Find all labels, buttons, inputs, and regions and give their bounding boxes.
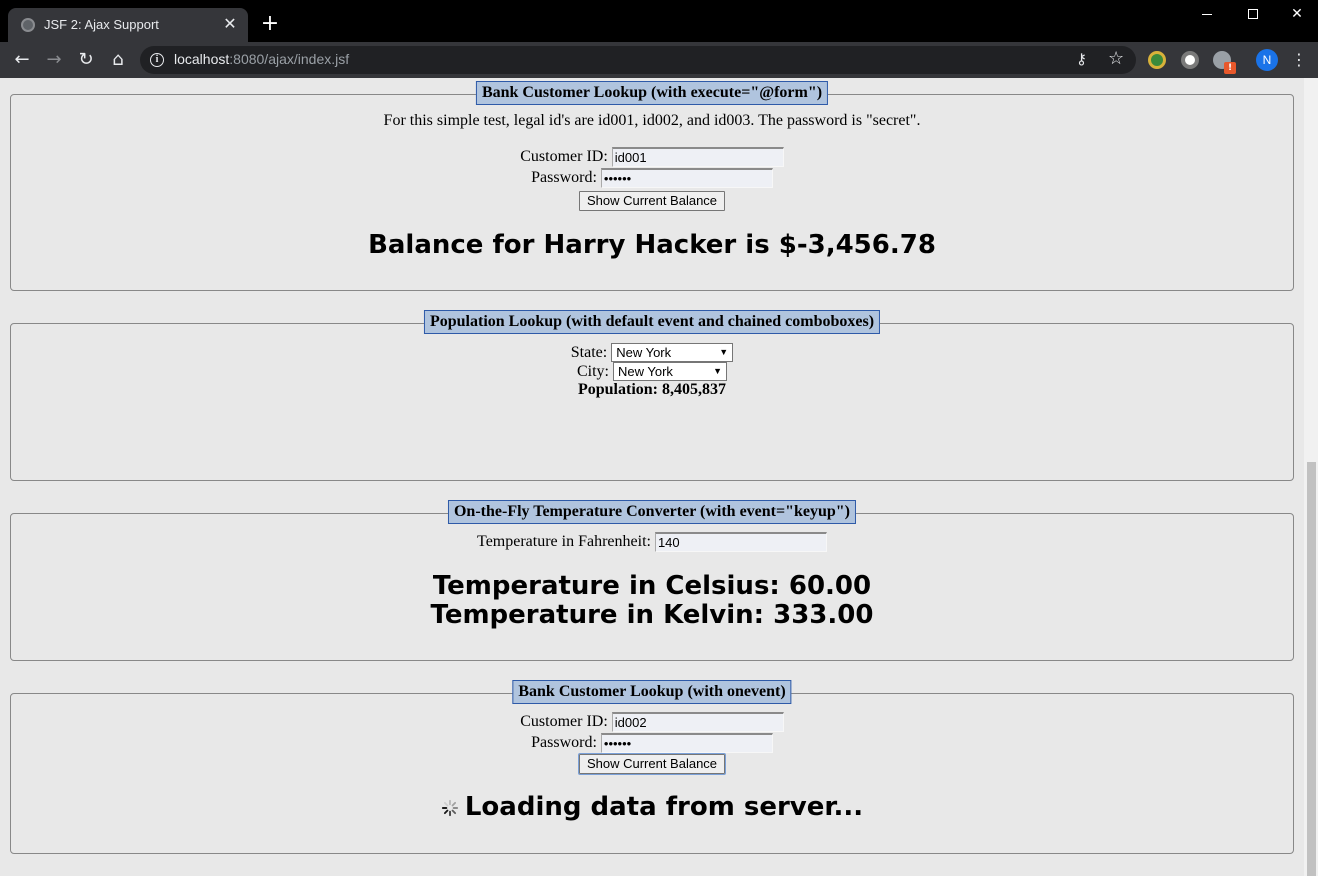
dropdown-arrow-icon: ▼	[719, 347, 729, 357]
extension-badge-icon: !	[1224, 62, 1236, 74]
state-label: State:	[570, 343, 608, 361]
dropdown-arrow-icon: ▼	[713, 366, 722, 376]
menu-kebab-icon[interactable]: ⋮	[1290, 48, 1308, 72]
bank-lookup-onevent-panel: Bank Customer Lookup (with onevent) Cust…	[10, 680, 1294, 854]
password-input[interactable]: ••••••	[600, 168, 773, 188]
back-icon[interactable]: ←	[10, 48, 34, 72]
tab-title: JSF 2: Ajax Support	[44, 17, 159, 32]
url-text[interactable]: localhost:8080/ajax/index.jsf	[174, 51, 349, 67]
page-scrollbar[interactable]	[1304, 78, 1318, 876]
kelvin-result: Temperature in Kelvin: 333.00	[430, 600, 874, 630]
password-label: Password:	[531, 169, 597, 186]
panel-legend: Bank Customer Lookup (with execute="@for…	[475, 81, 829, 105]
temperature-converter-panel: On-the-Fly Temperature Converter (with e…	[10, 500, 1294, 661]
customer-id-input[interactable]: id001	[611, 147, 784, 167]
browser-toolbar: ← → ↻ ⌂ i localhost:8080/ajax/index.jsf …	[0, 42, 1318, 78]
fahrenheit-input[interactable]: 140	[654, 532, 827, 552]
show-balance-button[interactable]: Show Current Balance	[577, 753, 727, 775]
address-bar[interactable]: i localhost:8080/ajax/index.jsf ⚷ ☆	[140, 46, 1136, 74]
panel-legend: On-the-Fly Temperature Converter (with e…	[447, 500, 857, 524]
forward-icon[interactable]: →	[42, 48, 66, 72]
state-select[interactable]: New York ▼	[611, 343, 734, 362]
url-path: :8080/ajax/index.jsf	[229, 51, 350, 67]
home-icon[interactable]: ⌂	[106, 48, 130, 72]
customer-id-label: Customer ID:	[520, 713, 608, 730]
minimize-icon[interactable]	[1184, 0, 1230, 30]
loading-message: Loading data from server...	[464, 792, 864, 822]
browser-tab[interactable]: JSF 2: Ajax Support ✕	[8, 8, 248, 42]
bank-lookup-form-panel: Bank Customer Lookup (with execute="@for…	[10, 81, 1294, 291]
fahrenheit-label: Temperature in Fahrenheit:	[477, 533, 651, 550]
population-lookup-panel: Population Lookup (with default event an…	[10, 310, 1294, 481]
title-bar: JSF 2: Ajax Support ✕ + ✕	[0, 0, 1318, 42]
close-tab-icon[interactable]: ✕	[220, 14, 240, 34]
bookmark-star-icon[interactable]: ☆	[1108, 48, 1124, 69]
window-close-icon[interactable]: ✕	[1274, 0, 1318, 30]
url-host: localhost	[174, 51, 230, 67]
info-icon[interactable]: i	[150, 53, 164, 67]
record-extension-icon[interactable]	[1181, 51, 1199, 69]
city-select[interactable]: New York ▼	[613, 362, 727, 381]
show-balance-button[interactable]: Show Current Balance	[578, 191, 726, 211]
city-selected-value: New York	[618, 364, 673, 379]
scrollbar-thumb[interactable]	[1307, 462, 1316, 876]
new-tab-icon[interactable]: +	[260, 13, 280, 35]
state-selected-value: New York	[616, 345, 672, 360]
customer-id-input[interactable]: id002	[611, 712, 784, 732]
celsius-result: Temperature in Celsius: 60.00	[432, 571, 872, 601]
password-input[interactable]: ••••••	[600, 733, 773, 753]
loading-spinner-icon	[441, 799, 458, 816]
maximize-icon[interactable]	[1230, 0, 1276, 30]
password-label: Password:	[531, 734, 597, 751]
population-result: Population: 8,405,837	[577, 381, 726, 398]
page-content: Bank Customer Lookup (with execute="@for…	[0, 78, 1304, 876]
balance-result: Balance for Harry Hacker is $-3,456.78	[368, 230, 936, 260]
globe-icon	[21, 18, 35, 32]
key-icon[interactable]: ⚷	[1076, 50, 1087, 68]
reload-icon[interactable]: ↻	[74, 48, 98, 72]
city-label: City:	[576, 362, 609, 380]
customer-id-label: Customer ID:	[520, 148, 608, 165]
profile-avatar[interactable]: N	[1256, 49, 1278, 71]
intro-text: For this simple test, legal id's are id0…	[383, 112, 921, 129]
panel-legend: Bank Customer Lookup (with onevent)	[512, 680, 792, 704]
panel-legend: Population Lookup (with default event an…	[423, 310, 881, 334]
extension-icon[interactable]	[1148, 51, 1166, 69]
